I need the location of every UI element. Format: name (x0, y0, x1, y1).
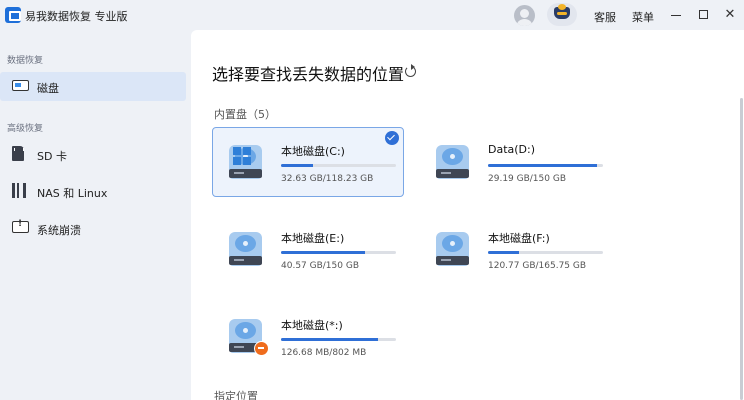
sidebar-item-label: NAS 和 Linux (37, 187, 108, 200)
drive-card-e[interactable]: 本地磁盘(E:) 40.57 GB/150 GB (212, 214, 404, 284)
app-title: 易我数据恢复 专业版 (25, 10, 128, 23)
sidebar-section-advanced-recovery: 高级恢复 (7, 124, 44, 134)
sd-card-icon (12, 146, 24, 161)
title-bar: 易我数据恢复 专业版 客服 菜单 ✕ (0, 0, 744, 30)
drive-usage-bar (488, 251, 603, 254)
nas-icon (12, 183, 26, 198)
system-crash-icon (12, 219, 29, 233)
drive-name: 本地磁盘(E:) (281, 232, 345, 245)
customer-service-button[interactable]: 客服 (594, 9, 616, 25)
hard-drive-icon (227, 143, 265, 183)
specified-location-label: 指定位置 (214, 390, 258, 400)
minimize-icon (671, 15, 681, 16)
main-panel: 选择要查找丢失数据的位置 内置盘（5） 本地磁盘(C:) 32.63 GB/11… (191, 30, 744, 400)
scrollbar[interactable] (740, 98, 743, 400)
drive-card-unassigned[interactable]: 本地磁盘(*:) 126.68 MB/802 MB (212, 301, 404, 371)
refresh-icon[interactable] (405, 64, 416, 77)
sidebar-item-system-crash[interactable]: 系统崩溃 (0, 214, 186, 243)
crown-icon (554, 4, 570, 19)
sidebar: 数据恢复 磁盘 高级恢复 SD 卡 NAS 和 Linux 系统崩溃 (0, 30, 191, 400)
minimize-button[interactable] (666, 5, 686, 25)
sidebar-section-data-recovery: 数据恢复 (7, 56, 44, 66)
hard-drive-icon (434, 143, 472, 183)
internal-disks-label: 内置盘（5） (214, 108, 276, 121)
drive-size: 126.68 MB/802 MB (281, 348, 367, 358)
drive-name: 本地磁盘(*:) (281, 319, 343, 332)
drive-name: 本地磁盘(C:) (281, 145, 345, 158)
close-button[interactable]: ✕ (720, 5, 740, 25)
drive-size: 32.63 GB/118.23 GB (281, 174, 374, 184)
hard-drive-icon (227, 317, 269, 357)
windows-logo-icon (233, 147, 252, 166)
sidebar-item-label: 系统崩溃 (37, 224, 81, 237)
remove-badge-icon (254, 341, 269, 356)
maximize-button[interactable] (694, 5, 714, 25)
drive-size: 40.57 GB/150 GB (281, 261, 359, 271)
sidebar-item-disk[interactable]: 磁盘 (0, 72, 186, 101)
hard-drive-icon (434, 230, 472, 270)
drive-size: 120.77 GB/165.75 GB (488, 261, 587, 271)
vip-crown-button[interactable] (547, 3, 577, 26)
sidebar-item-label: 磁盘 (37, 82, 59, 95)
maximize-icon (699, 10, 708, 19)
drive-size: 29.19 GB/150 GB (488, 174, 566, 184)
sidebar-item-nas-linux[interactable]: NAS 和 Linux (0, 177, 186, 206)
sidebar-item-label: SD 卡 (37, 150, 67, 163)
menu-button[interactable]: 菜单 (632, 9, 654, 25)
drive-name: Data(D:) (488, 143, 536, 156)
app-logo-icon (5, 7, 21, 23)
disk-icon (12, 80, 29, 91)
drive-card-f[interactable]: 本地磁盘(F:) 120.77 GB/165.75 GB (419, 214, 611, 284)
hard-drive-icon (227, 230, 265, 270)
page-title: 选择要查找丢失数据的位置 (212, 65, 405, 84)
drive-usage-bar (281, 164, 396, 167)
drive-usage-bar (281, 338, 396, 341)
drive-usage-bar (281, 251, 396, 254)
drive-name: 本地磁盘(F:) (488, 232, 550, 245)
drive-usage-bar (488, 164, 603, 167)
user-avatar[interactable] (514, 5, 535, 26)
drive-card-c[interactable]: 本地磁盘(C:) 32.63 GB/118.23 GB (212, 127, 404, 197)
selected-check-icon (385, 131, 399, 145)
sidebar-item-sd-card[interactable]: SD 卡 (0, 140, 186, 169)
drive-card-d[interactable]: Data(D:) 29.19 GB/150 GB (419, 127, 611, 197)
